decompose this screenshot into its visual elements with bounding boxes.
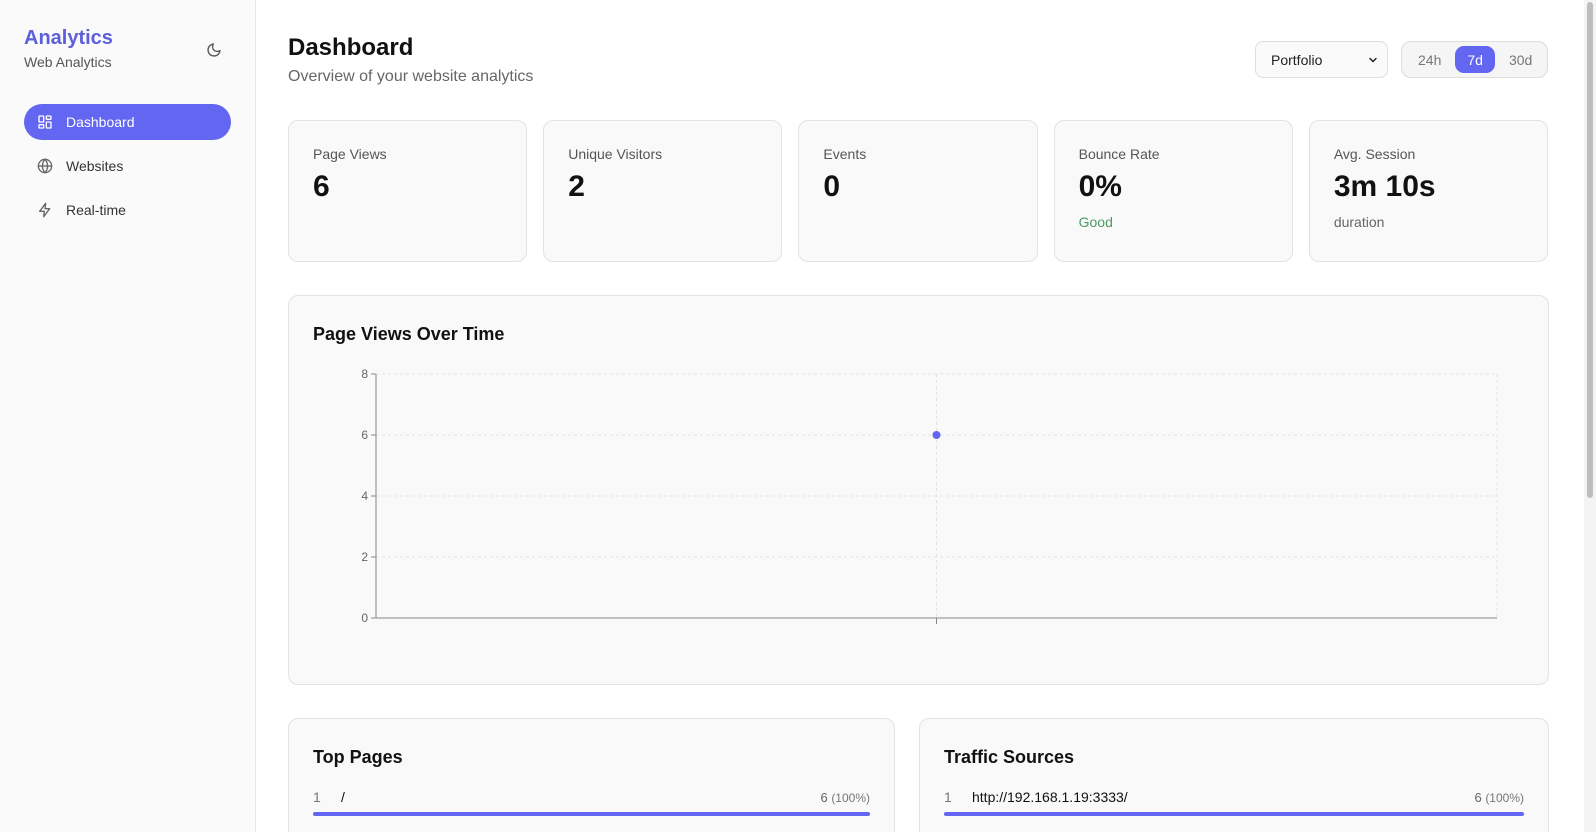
sidebar-item-label: Websites <box>66 158 124 174</box>
list-item-percent: (100%) <box>1485 791 1524 805</box>
stat-value: 0 <box>823 170 841 203</box>
list-item-label: / <box>341 789 345 805</box>
y-tick-label: 8 <box>361 367 368 381</box>
y-tick-label: 4 <box>361 489 368 503</box>
list-item-label: http://192.168.1.19:3333/ <box>972 789 1128 805</box>
sidebar-item-websites[interactable]: Websites <box>24 148 231 184</box>
list-item-bar-fill <box>313 812 870 816</box>
list-item-rank: 1 <box>313 789 321 805</box>
list-item-bar <box>313 812 870 816</box>
list-item-count: 6 (100%) <box>1474 790 1524 805</box>
stat-card-avg-session: Avg. Session 3m 10s duration <box>1308 120 1549 262</box>
globe-icon <box>36 157 54 175</box>
stat-label: Avg. Session <box>1333 146 1416 162</box>
sidebar-nav: Dashboard Websites Real-time <box>24 104 231 236</box>
stat-value: 6 <box>313 170 330 203</box>
stat-label: Bounce Rate <box>1078 146 1160 162</box>
list-item[interactable]: 1 http://192.168.1.19:3333/ 6 (100%) <box>944 789 1524 813</box>
stats-row: Page Views 6 Unique Visitors 2 Events 0 … <box>288 120 1549 262</box>
page-subtitle: Overview of your website analytics <box>288 68 534 85</box>
traffic-sources-card: Traffic Sources 1 http://192.168.1.19:33… <box>919 718 1549 832</box>
brand: Analytics Web Analytics <box>24 26 113 70</box>
scrollbar-thumb[interactable] <box>1587 2 1593 498</box>
stat-card-events: Events 0 <box>798 120 1038 262</box>
list-item-count-value: 6 <box>1474 790 1482 805</box>
y-tick-label: 2 <box>361 550 368 564</box>
range-7d-button[interactable]: 7d <box>1455 46 1495 73</box>
stat-card-page-views: Page Views 6 <box>288 120 528 262</box>
list-item-count-value: 6 <box>820 790 828 805</box>
top-pages-card: Top Pages 1 / 6 (100%) <box>288 718 895 832</box>
list-item-bar <box>944 812 1524 816</box>
theme-toggle-button[interactable] <box>200 36 228 64</box>
moon-icon <box>207 43 221 57</box>
stat-card-bounce-rate: Bounce Rate 0% Good <box>1053 120 1293 262</box>
list-item-percent: (100%) <box>831 791 870 805</box>
website-select[interactable]: Portfolio <box>1255 41 1388 78</box>
main-content: Dashboard Overview of your website analy… <box>256 0 1596 832</box>
chart-title: Page Views Over Time <box>313 324 505 344</box>
page-scrollbar[interactable] <box>1584 0 1596 832</box>
dashboard-icon <box>36 113 54 131</box>
stat-value: 2 <box>568 170 585 203</box>
top-pages-title: Top Pages <box>313 747 403 767</box>
sidebar: Analytics Web Analytics Dashboard Websit… <box>0 0 256 832</box>
stat-value: 3m 10s <box>1333 170 1436 203</box>
lightning-icon <box>36 201 54 219</box>
chevron-down-icon <box>1369 57 1377 63</box>
stat-label: Unique Visitors <box>568 146 663 162</box>
page-title: Dashboard <box>288 34 414 61</box>
traffic-sources-title: Traffic Sources <box>944 747 1075 767</box>
range-24h-button[interactable]: 24h <box>1406 46 1453 73</box>
brand-subtitle: Web Analytics <box>24 54 112 70</box>
list-item-count: 6 (100%) <box>820 790 870 805</box>
page-views-chart: 0 2 4 6 8 <box>361 367 1498 625</box>
stat-note: Good <box>1078 214 1113 230</box>
range-30d-button[interactable]: 30d <box>1497 46 1544 73</box>
sidebar-item-real-time[interactable]: Real-time <box>24 192 231 228</box>
data-point <box>932 431 941 439</box>
time-range-toggle: 24h 7d 30d <box>1401 41 1548 78</box>
stat-card-unique-visitors: Unique Visitors 2 <box>543 120 783 262</box>
website-select-value: Portfolio <box>1271 51 1323 68</box>
list-item-rank: 1 <box>944 789 952 805</box>
page-views-chart-card: 0 2 4 6 8 Page Views Over Time <box>288 295 1549 685</box>
brand-title: Analytics <box>24 27 113 49</box>
stat-label: Page Views <box>313 146 387 162</box>
sidebar-item-label: Real-time <box>66 202 126 218</box>
stat-value: 0% <box>1078 170 1122 203</box>
stat-note: duration <box>1333 214 1385 230</box>
y-tick-label: 0 <box>361 611 368 625</box>
list-item[interactable]: 1 / 6 (100%) <box>313 789 870 813</box>
sidebar-item-label: Dashboard <box>66 114 135 130</box>
y-tick-label: 6 <box>361 428 368 442</box>
stat-label: Events <box>823 146 867 162</box>
list-item-bar-fill <box>944 812 1524 816</box>
sidebar-item-dashboard[interactable]: Dashboard <box>24 104 231 140</box>
